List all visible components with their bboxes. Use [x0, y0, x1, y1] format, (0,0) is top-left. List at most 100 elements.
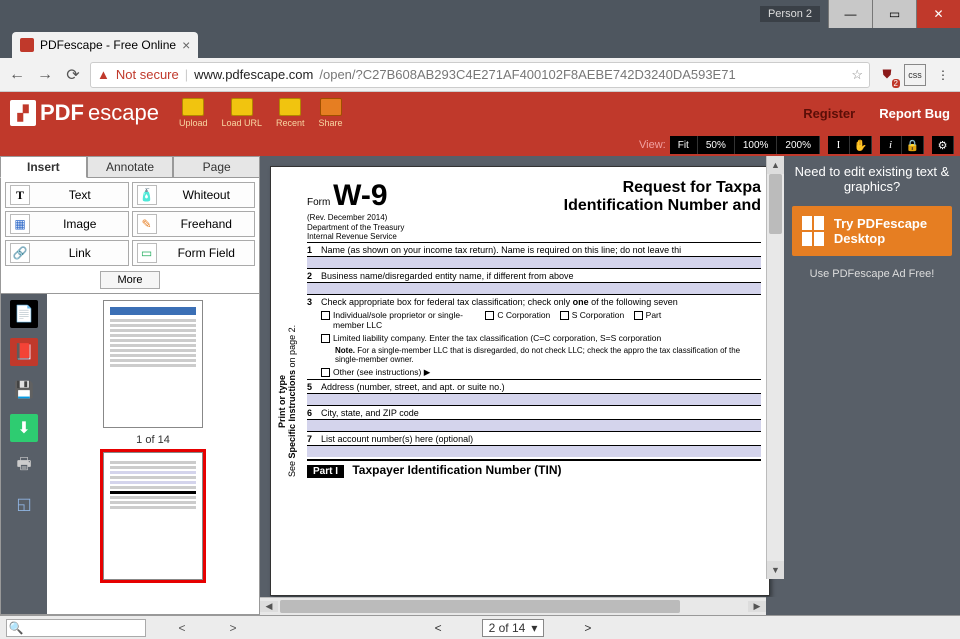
share-icon [320, 98, 342, 116]
zoom-100-button[interactable]: 100% [735, 136, 778, 154]
checkbox-ccorp[interactable] [485, 311, 494, 320]
row-3: Check appropriate box for federal tax cl… [321, 297, 678, 307]
view-label: View: [639, 139, 666, 151]
scroll-up-icon[interactable]: ▲ [767, 156, 784, 174]
page-next[interactable]: > [584, 621, 591, 635]
maximize-button[interactable]: ▭ [872, 0, 916, 28]
whiteout-tool[interactable]: 🧴Whiteout [132, 182, 256, 208]
search-icon: 🔍 [7, 621, 25, 635]
rail-expand-icon[interactable]: ◱ [10, 490, 38, 518]
folder-upload-icon [182, 98, 204, 116]
lock-icon[interactable]: 🔒 [902, 136, 924, 154]
close-button[interactable]: ✕ [916, 0, 960, 28]
ad-free-link[interactable]: Use PDFescape Ad Free! [810, 268, 935, 280]
css-extension-icon[interactable]: css [904, 64, 926, 86]
tab-annotate[interactable]: Annotate [87, 156, 174, 178]
logo-text-thin: escape [88, 100, 159, 126]
row-7: List account number(s) here (optional) [321, 434, 473, 444]
reload-button[interactable]: ⟳ [62, 64, 84, 86]
checkbox-partnership[interactable] [634, 311, 643, 320]
desktop-cta-button[interactable]: Try PDFescape Desktop [792, 206, 952, 256]
text-icon: T [10, 185, 30, 205]
browser-menu-icon[interactable]: ⋮ [932, 64, 954, 86]
report-bug-link[interactable]: Report Bug [879, 106, 950, 121]
text-tool[interactable]: TText [5, 182, 129, 208]
header-actions: Upload Load URL Recent Share [179, 98, 343, 128]
rail-pages-icon[interactable]: 📄 [10, 300, 38, 328]
thumbnail-1[interactable] [103, 300, 203, 428]
tab-title: PDFescape - Free Online [40, 38, 176, 52]
logo[interactable]: ▞ PDFescape [10, 100, 159, 126]
page-prev[interactable]: < [435, 621, 442, 635]
row-5: Address (number, street, and apt. or sui… [321, 382, 505, 392]
recent-button[interactable]: Recent [276, 98, 305, 128]
checkbox-other[interactable] [321, 368, 330, 377]
more-button[interactable]: More [100, 271, 159, 289]
load-url-button[interactable]: Load URL [221, 98, 262, 128]
rail-save-icon[interactable]: 💾 [10, 376, 38, 404]
image-icon: ▦ [10, 214, 30, 234]
logo-mark-icon: ▞ [10, 100, 36, 126]
image-tool[interactable]: ▦Image [5, 211, 129, 237]
ublock-icon[interactable]: ⛊2 [876, 64, 898, 86]
minimize-button[interactable]: — [828, 0, 872, 28]
tab-close-icon[interactable]: × [182, 37, 190, 53]
document-viewer: Print or typeSee Specific Instructions o… [260, 156, 784, 615]
scroll-down-icon[interactable]: ▼ [767, 561, 784, 579]
share-button[interactable]: Share [319, 98, 343, 128]
pdf-page[interactable]: Print or typeSee Specific Instructions o… [270, 166, 770, 596]
rail-download-icon[interactable]: ⬇ [10, 414, 38, 442]
upload-button[interactable]: Upload [179, 98, 208, 128]
note-text: For a single-member LLC that is disregar… [335, 346, 740, 364]
settings-gear-icon[interactable]: ⚙ [932, 136, 954, 154]
checkbox-scorp[interactable] [560, 311, 569, 320]
address-bar[interactable]: ▲ Not secure | www.pdfescape.com/open/?C… [90, 62, 870, 88]
register-link[interactable]: Register [803, 106, 855, 121]
left-panel: Insert Annotate Page TText 🧴Whiteout ▦Im… [0, 156, 260, 615]
checkbox-llc[interactable] [321, 334, 330, 343]
footer-bar: 🔍 < > < 2 of 14▾ > [0, 615, 960, 639]
search-input[interactable] [25, 620, 145, 636]
back-button[interactable]: ← [6, 64, 28, 86]
freehand-tool[interactable]: ✎Freehand [132, 211, 256, 237]
logo-text-bold: PDF [40, 100, 84, 126]
thumbnail-2[interactable] [103, 452, 203, 580]
info-icon[interactable]: i [880, 136, 902, 154]
page-select[interactable]: 2 of 14▾ [482, 619, 545, 637]
scroll-left-icon[interactable]: ◀ [260, 601, 278, 612]
document-area[interactable]: Print or typeSee Specific Instructions o… [260, 156, 784, 597]
text-cursor-icon[interactable]: I [828, 136, 850, 154]
form-rev: (Rev. December 2014) [307, 213, 404, 223]
profile-badge[interactable]: Person 2 [760, 6, 820, 22]
url-host: www.pdfescape.com [194, 67, 313, 82]
search-box[interactable]: 🔍 [6, 619, 146, 637]
ad-sidebar: Need to edit existing text & graphics? T… [784, 156, 960, 615]
hand-tool-icon[interactable]: ✋ [850, 136, 872, 154]
tab-insert[interactable]: Insert [0, 156, 87, 178]
zoom-fit-button[interactable]: Fit [670, 136, 698, 154]
side-instructions: Print or typeSee Specific Instructions o… [277, 227, 301, 575]
form-field-tool[interactable]: ▭Form Field [132, 240, 256, 266]
vertical-scrollbar[interactable]: ▲ ▼ [766, 156, 784, 579]
row-6: City, state, and ZIP code [321, 408, 419, 418]
scroll-thumb-h[interactable] [280, 600, 680, 613]
bookmark-icon[interactable]: ☆ [851, 67, 863, 83]
horizontal-scrollbar[interactable]: ◀ ▶ [260, 597, 766, 615]
rail-pdf-icon[interactable]: 📕 [10, 338, 38, 366]
scroll-thumb-v[interactable] [769, 174, 782, 234]
zoom-50-button[interactable]: 50% [698, 136, 735, 154]
scroll-right-icon[interactable]: ▶ [748, 601, 766, 612]
thumbnail-1-label: 1 of 14 [136, 434, 170, 446]
rail-print-icon[interactable]: 🖶 [10, 452, 38, 480]
url-path: /open/?C27B608AB293C4E271AF400102F8AEBE7… [319, 67, 735, 82]
link-tool[interactable]: 🔗Link [5, 240, 129, 266]
thumb-next[interactable]: > [218, 621, 248, 635]
tab-page[interactable]: Page [173, 156, 260, 178]
zoom-200-button[interactable]: 200% [777, 136, 820, 154]
forward-button[interactable]: → [34, 64, 56, 86]
form-dept: Department of the Treasury [307, 223, 404, 233]
thumb-prev[interactable]: < [152, 621, 212, 635]
browser-tab[interactable]: PDFescape - Free Online × [12, 32, 198, 58]
checkbox-individual[interactable] [321, 311, 330, 320]
thumbnail-list: 1 of 14 [47, 294, 259, 614]
